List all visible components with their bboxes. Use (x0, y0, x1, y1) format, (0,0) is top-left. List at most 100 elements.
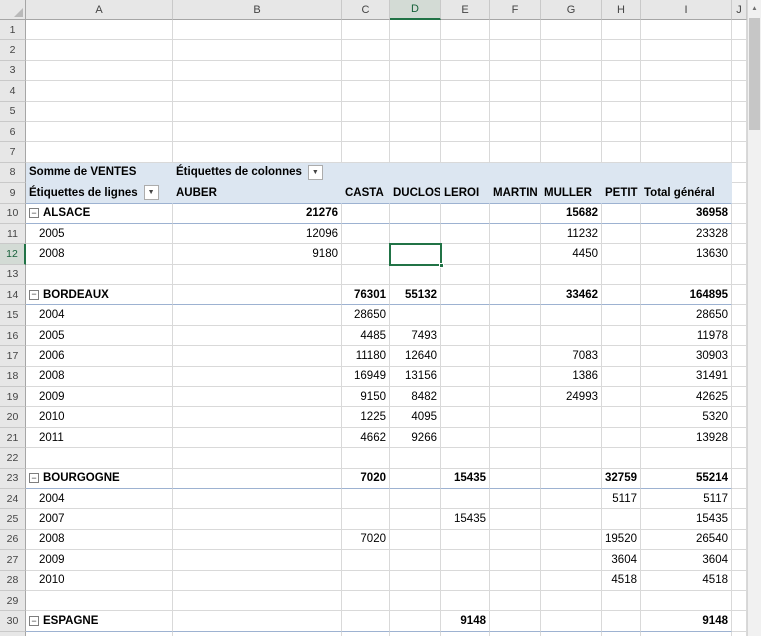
cell-C12[interactable] (342, 244, 390, 264)
cell-F27[interactable] (490, 550, 541, 570)
cell-A5[interactable] (26, 102, 173, 122)
cell-F4[interactable] (490, 81, 541, 101)
row-header-10[interactable]: 10 (0, 204, 26, 224)
row-header-13[interactable]: 13 (0, 265, 26, 285)
filter-dropdown-icon[interactable]: ▼ (144, 185, 159, 200)
cell-H17[interactable] (602, 346, 641, 366)
cell-I26[interactable]: 26540 (641, 530, 732, 550)
cell-D30[interactable] (390, 611, 441, 631)
row-header-21[interactable]: 21 (0, 428, 26, 448)
cell-G11[interactable]: 11232 (541, 224, 602, 244)
cell-J22[interactable] (732, 448, 747, 468)
cell-A3[interactable] (26, 61, 173, 81)
row-header-9[interactable]: 9 (0, 183, 26, 203)
cell-J12[interactable] (732, 244, 747, 264)
cell-B11[interactable]: 12096 (173, 224, 342, 244)
cell-E5[interactable] (441, 102, 490, 122)
cell-D1[interactable] (390, 20, 441, 40)
scroll-up-icon[interactable]: ▲ (748, 0, 761, 16)
cell-D3[interactable] (390, 61, 441, 81)
cell-F31[interactable] (490, 632, 541, 636)
cell-H24[interactable]: 5117 (602, 489, 641, 509)
cell-I24[interactable]: 5117 (641, 489, 732, 509)
cell-A1[interactable] (26, 20, 173, 40)
cell-I12[interactable]: 13630 (641, 244, 732, 264)
cell-H22[interactable] (602, 448, 641, 468)
cell-B17[interactable] (173, 346, 342, 366)
cell-D26[interactable] (390, 530, 441, 550)
cell-F17[interactable] (490, 346, 541, 366)
collapse-icon[interactable]: − (29, 208, 39, 218)
cell-I13[interactable] (641, 265, 732, 285)
scrollbar-thumb[interactable] (749, 18, 760, 130)
cell-I31[interactable] (641, 632, 732, 636)
cell-A2[interactable] (26, 40, 173, 60)
cell-G29[interactable] (541, 591, 602, 611)
cell-G2[interactable] (541, 40, 602, 60)
cell-I6[interactable] (641, 122, 732, 142)
cell-G8[interactable] (541, 163, 602, 183)
cell-I19[interactable]: 42625 (641, 387, 732, 407)
cell-A4[interactable] (26, 81, 173, 101)
cell-A30[interactable]: −ESPAGNE (26, 611, 173, 631)
cell-B18[interactable] (173, 367, 342, 387)
cell-E30[interactable]: 9148 (441, 611, 490, 631)
cell-C13[interactable] (342, 265, 390, 285)
cell-A24[interactable]: 2004 (26, 489, 173, 509)
cell-E26[interactable] (441, 530, 490, 550)
cell-A12[interactable]: 2008 (26, 244, 173, 264)
cell-B21[interactable] (173, 428, 342, 448)
cell-A10[interactable]: −ALSACE (26, 204, 173, 224)
cell-B4[interactable] (173, 81, 342, 101)
cell-A6[interactable] (26, 122, 173, 142)
cell-H9[interactable]: PETIT (602, 183, 641, 203)
row-header-24[interactable]: 24 (0, 489, 26, 509)
cell-J7[interactable] (732, 142, 747, 162)
cell-C4[interactable] (342, 81, 390, 101)
cell-J15[interactable] (732, 305, 747, 325)
cell-J5[interactable] (732, 102, 747, 122)
cell-C19[interactable]: 9150 (342, 387, 390, 407)
cell-B9[interactable]: AUBER (173, 183, 342, 203)
cell-E1[interactable] (441, 20, 490, 40)
cell-A31[interactable] (26, 632, 173, 636)
cell-J3[interactable] (732, 61, 747, 81)
cell-B20[interactable] (173, 407, 342, 427)
cell-J2[interactable] (732, 40, 747, 60)
cell-H15[interactable] (602, 305, 641, 325)
cell-C29[interactable] (342, 591, 390, 611)
cell-I27[interactable]: 3604 (641, 550, 732, 570)
cell-C6[interactable] (342, 122, 390, 142)
cell-B1[interactable] (173, 20, 342, 40)
cell-H28[interactable]: 4518 (602, 571, 641, 591)
cell-I9[interactable]: Total général (641, 183, 732, 203)
row-header-16[interactable]: 16 (0, 326, 26, 346)
cell-I21[interactable]: 13928 (641, 428, 732, 448)
cell-D31[interactable] (390, 632, 441, 636)
cell-D27[interactable] (390, 550, 441, 570)
cell-C8[interactable] (342, 163, 390, 183)
cell-E10[interactable] (441, 204, 490, 224)
cell-H6[interactable] (602, 122, 641, 142)
cell-E24[interactable] (441, 489, 490, 509)
cell-D20[interactable]: 4095 (390, 407, 441, 427)
column-header-A[interactable]: A (26, 0, 173, 20)
row-header-18[interactable]: 18 (0, 367, 26, 387)
cell-F28[interactable] (490, 571, 541, 591)
cell-A23[interactable]: −BOURGOGNE (26, 469, 173, 489)
cell-H27[interactable]: 3604 (602, 550, 641, 570)
cell-H29[interactable] (602, 591, 641, 611)
cell-H26[interactable]: 19520 (602, 530, 641, 550)
cell-A13[interactable] (26, 265, 173, 285)
cell-J17[interactable] (732, 346, 747, 366)
cell-B15[interactable] (173, 305, 342, 325)
cell-B19[interactable] (173, 387, 342, 407)
cell-F8[interactable] (490, 163, 541, 183)
cell-J23[interactable] (732, 469, 747, 489)
cell-C18[interactable]: 16949 (342, 367, 390, 387)
cell-F18[interactable] (490, 367, 541, 387)
cell-B14[interactable] (173, 285, 342, 305)
cell-D23[interactable] (390, 469, 441, 489)
cell-G31[interactable] (541, 632, 602, 636)
cell-H11[interactable] (602, 224, 641, 244)
